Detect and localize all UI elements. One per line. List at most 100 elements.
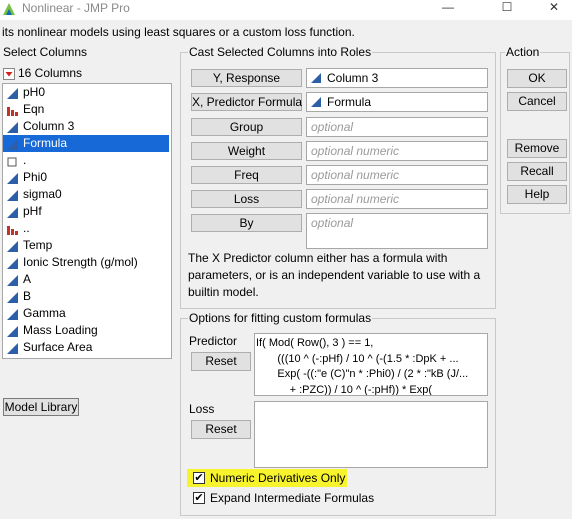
by-button[interactable]: By [191,214,302,232]
continuous-icon [7,121,18,133]
column-list-item[interactable]: Phi0 [3,169,169,186]
column-list-item[interactable]: sigma0 [3,186,169,203]
columns-menu-icon[interactable] [3,68,15,80]
continuous-icon [7,240,18,252]
continuous-icon [7,308,18,320]
model-library-button[interactable]: Model Library [3,398,79,416]
cancel-button[interactable]: Cancel [507,92,567,111]
column-list-item-label: Gamma [23,306,66,320]
select-columns-label: Select Columns [2,45,89,59]
nominal-icon [7,104,18,116]
continuous-icon [7,257,18,269]
recall-button[interactable]: Recall [507,162,567,181]
options-label: Options for fitting custom formulas [188,311,373,325]
column-list-item-label: pH0 [23,85,46,99]
continuous-icon [311,73,321,83]
predictor-formula-box[interactable]: If( Mod( Row(), 3 ) == 1, (((10 ^ (-:pHf… [254,333,488,396]
y-response-field[interactable]: Column 3 [306,68,488,88]
continuous-icon [7,87,18,99]
loss-reset-button[interactable]: Reset [191,420,251,439]
jmp-app-icon [3,3,15,15]
column-list-item-label: . [23,153,27,167]
dialog-description: its nonlinear models using least squares… [2,25,355,39]
y-response-button[interactable]: Y, Response [191,69,302,87]
column-list-item[interactable]: Eqn [3,101,169,118]
maximize-button[interactable]: ☐ [492,0,522,16]
minimize-button[interactable]: — [433,0,463,16]
action-label: Action [505,45,541,59]
column-list-item[interactable]: A [3,271,169,288]
column-list-item[interactable]: Ionic Strength (g/mol) [3,254,169,271]
continuous-icon [7,189,18,201]
loss-label: Loss [189,402,215,416]
column-list-item-label: Phi0 [23,170,48,184]
column-list-item-label: Formula [23,136,68,150]
weight-button[interactable]: Weight [191,142,302,160]
loss-formula-box[interactable] [254,401,488,468]
column-list-item-label: pHf [23,204,42,218]
loss-button[interactable]: Loss [191,190,302,208]
numeric-derivatives-label[interactable]: Numeric Derivatives Only [210,471,345,485]
expand-formulas-label[interactable]: Expand Intermediate Formulas [210,491,374,505]
formula-line: If( Mod( Row(), 3 ) == 1, [256,337,374,349]
column-list-item-label: B [23,289,32,303]
weight-field[interactable]: optional numeric [306,141,488,161]
x-predictor-note: The X Predictor column either has a form… [188,251,481,299]
continuous-icon [7,138,18,150]
check-icon: ✔ [194,472,204,484]
nominal-icon [7,223,18,235]
column-list-item[interactable]: . [3,152,169,169]
formula-line: (((10 ^ (-:pHf) / 10 ^ (-(1.5 * :DpK + .… [256,352,459,365]
column-list-item[interactable]: Column 3 [3,118,169,135]
column-list-item[interactable]: Temp [3,237,169,254]
continuous-icon [7,172,18,184]
column-list-item[interactable]: .. [3,220,169,237]
column-list-item-label: Column 3 [23,119,75,133]
predictor-label: Predictor [189,334,238,348]
check-icon: ✔ [194,492,204,504]
predictor-formula-text: If( Mod( Row(), 3 ) == 1, (((10 ^ (-:pHf… [256,336,487,396]
x-predictor-button[interactable]: X, Predictor Formula [191,93,302,111]
column-list-item-label: Ionic Strength (g/mol) [23,255,138,269]
column-list-item[interactable]: pHf [3,203,169,220]
loss-field[interactable]: optional numeric [306,189,488,209]
expand-formulas-checkbox[interactable]: ✔ [193,492,205,504]
remove-button[interactable]: Remove [507,139,567,158]
close-button[interactable]: ✕ [539,0,569,16]
window-title: Nonlinear - JMP Pro [22,1,130,15]
group-button[interactable]: Group [191,118,302,136]
x-predictor-field[interactable]: Formula [306,92,488,112]
formula-line: + :PZC)) / 10 ^ (-:pHf)) * Exp( [256,383,432,396]
column-list-item[interactable]: pH0 [3,84,169,101]
continuous-icon [7,342,18,354]
continuous-icon [7,206,18,218]
continuous-icon [7,291,18,303]
column-list-item-label: Mass Loading [23,323,98,337]
continuous-icon [311,97,321,107]
group-field[interactable]: optional [306,117,488,137]
cast-roles-label: Cast Selected Columns into Roles [188,45,373,59]
column-list-item-label: .. [23,221,30,235]
predictor-reset-button[interactable]: Reset [191,352,251,371]
column-list-item-label: Eqn [23,102,45,116]
column-list[interactable]: pH0 Eqn Column 3 Formula. Phi0 sigma0 pHf.. Tem… [2,83,172,359]
column-list-item[interactable]: Mass Loading [3,322,169,339]
column-list-item-label: Surface Area [23,340,93,354]
freq-button[interactable]: Freq [191,166,302,184]
column-list-item[interactable]: Gamma [3,305,169,322]
column-list-item[interactable]: B [3,288,169,305]
column-list-item[interactable]: Surface Area [3,339,169,356]
ok-button[interactable]: OK [507,69,567,88]
continuous-icon [7,274,18,286]
column-list-item[interactable]: Formula [3,135,169,152]
freq-field[interactable]: optional numeric [306,165,488,185]
continuous-icon [7,325,18,337]
formula-line: Exp( -((:"e (C)"n * :Phi0) / (2 * :"kB (… [256,368,469,381]
help-button[interactable]: Help [507,185,567,204]
empty-icon [7,155,18,167]
by-field[interactable]: optional [306,213,488,249]
numeric-derivatives-checkbox[interactable]: ✔ [193,472,205,484]
column-list-item-label: Temp [23,238,53,252]
column-count: 16 Columns [18,66,83,80]
column-list-item-label: sigma0 [23,187,62,201]
